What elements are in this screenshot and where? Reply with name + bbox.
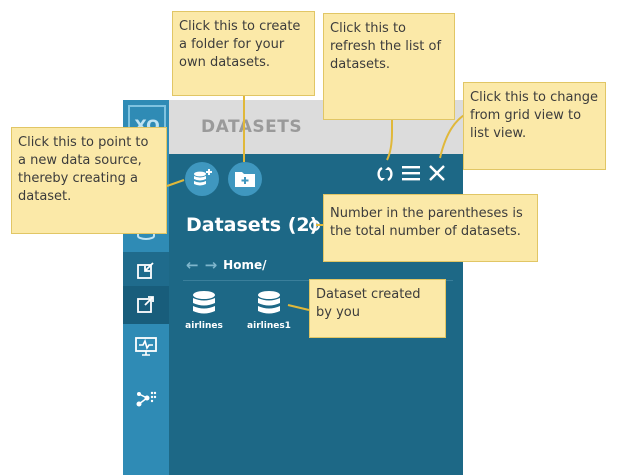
- callout-create-folder: Click this to create a folder for your o…: [172, 11, 315, 96]
- callout-dataset-count: Number in the parentheses is the total n…: [323, 194, 538, 262]
- callout-refresh: Click this to refresh the list of datase…: [323, 13, 455, 120]
- callout-dataset-created: Dataset created by you: [309, 279, 446, 338]
- callout-view-toggle: Click this to change from grid view to l…: [463, 82, 606, 170]
- callout-new-datasource: Click this to point to a new data source…: [11, 127, 167, 234]
